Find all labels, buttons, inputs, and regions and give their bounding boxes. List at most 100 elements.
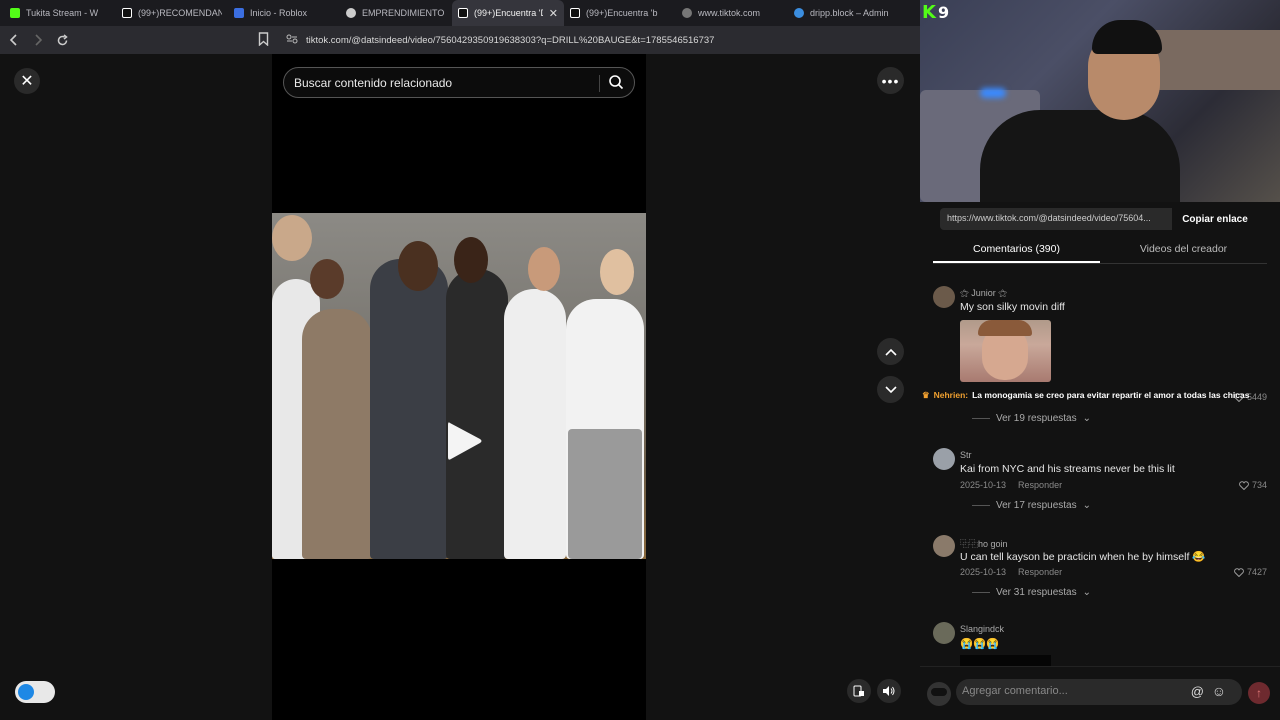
like-count: 7427	[1246, 567, 1267, 577]
tab-title: Inicio - Roblox	[250, 8, 308, 18]
chevron-down-icon	[884, 385, 897, 393]
dancer-head	[454, 237, 488, 283]
roblox-icon	[234, 8, 244, 18]
edge-icon	[794, 8, 804, 18]
video-link-field[interactable]: https://www.tiktok.com/@datsindeed/video…	[940, 208, 1172, 230]
address-bar-row: tiktok.com/@datsindeed/video/75604293509…	[0, 26, 920, 54]
back-icon[interactable]	[4, 30, 24, 50]
comment-text: 😭😭😭	[960, 638, 1000, 650]
search-placeholder: Buscar contenido relacionado	[294, 75, 453, 90]
comment-date: 2025-10-13	[960, 480, 1007, 490]
avatar[interactable]	[933, 286, 955, 308]
tab-title: www.tiktok.com	[698, 8, 761, 18]
comment-username[interactable]: Slangindck	[960, 624, 1004, 634]
copy-link-button[interactable]: Copiar enlace	[1172, 208, 1258, 230]
more-options-button[interactable]: •••	[877, 67, 904, 94]
close-tab-icon[interactable]: ✕	[549, 7, 558, 20]
comment-input-bar: Agregar comentario... @ ☺ ↑	[920, 666, 1280, 720]
chatgpt-icon	[346, 8, 356, 18]
browser-tab-active[interactable]: (99+)Encuentra 'D ✕	[452, 0, 564, 26]
volume-button[interactable]	[877, 679, 901, 703]
dancer-figure	[504, 289, 566, 559]
view-replies-label: Ver 17 respuestas	[996, 500, 1077, 511]
comment-text: U can tell kayson be practicin when he b…	[960, 551, 1206, 563]
comment-username[interactable]: ⿻⿻ho goin	[960, 537, 1008, 550]
tab-title: (99+)RECOMENDANDO	[138, 8, 222, 18]
avatar[interactable]	[933, 535, 955, 557]
related-search-input[interactable]: Buscar contenido relacionado	[283, 67, 635, 98]
search-icon[interactable]	[608, 74, 624, 90]
like-button[interactable]: 7427	[1234, 567, 1267, 577]
previous-video-button[interactable]	[877, 338, 904, 365]
browser-tab[interactable]: Inicio - Roblox	[228, 0, 340, 26]
kick-icon	[10, 8, 20, 18]
comment-username[interactable]: Str	[960, 450, 972, 460]
kick-viewer-count: 9	[937, 3, 950, 22]
next-video-button[interactable]	[877, 376, 904, 403]
send-comment-button[interactable]: ↑	[1248, 682, 1270, 704]
reply-divider	[972, 592, 990, 593]
browser-tab[interactable]: Tukita Stream - W	[4, 0, 116, 26]
browser-tab[interactable]: EMPRENDIMIENTO 20	[340, 0, 452, 26]
view-replies-label: Ver 31 respuestas	[996, 587, 1077, 598]
reload-icon[interactable]	[52, 30, 72, 50]
avatar[interactable]	[933, 622, 955, 644]
comment-image[interactable]	[960, 655, 1051, 666]
comment-item: ⿻⿻ho goin U can tell kayson be practicin…	[933, 535, 1273, 577]
comment-input[interactable]: Agregar comentario... @ ☺	[956, 679, 1242, 705]
forward-icon[interactable]	[28, 30, 48, 50]
comment-meta: 2025-10-13 Responder	[960, 480, 1062, 490]
close-video-button[interactable]: ✕	[14, 68, 40, 94]
dancer-head	[398, 241, 438, 291]
browser-tab[interactable]: (99+)RECOMENDANDO	[116, 0, 228, 26]
heart-icon	[1239, 480, 1249, 490]
comment-username[interactable]: ⚝ Junior ⚝	[960, 288, 1007, 299]
search-divider	[599, 75, 600, 92]
avatar[interactable]	[933, 448, 955, 470]
dancer-head	[310, 259, 344, 299]
browser-tab[interactable]: dripp.block – Admin	[788, 0, 900, 26]
like-button[interactable]: 734	[1239, 480, 1267, 490]
heart-icon	[1234, 567, 1244, 577]
avatar[interactable]	[927, 682, 951, 706]
comment-item: Slangindck 😭😭😭	[933, 622, 1273, 666]
chat-username: Nehrien:	[933, 390, 969, 400]
floating-player-icon	[853, 685, 864, 697]
play-icon[interactable]	[444, 419, 484, 463]
view-replies-button[interactable]: Ver 19 respuestas ⌄	[972, 413, 1091, 424]
url-field[interactable]: tiktok.com/@datsindeed/video/75604293509…	[286, 26, 714, 54]
dancer-head	[272, 215, 312, 261]
comments-list[interactable]: ⚝ Junior ⚝ My son silky movin diff 5449 …	[920, 270, 1280, 666]
view-replies-label: Ver 19 respuestas	[996, 413, 1077, 424]
meme-hair	[978, 320, 1032, 336]
view-replies-button[interactable]: Ver 31 respuestas ⌄	[972, 587, 1091, 598]
dancer-figure	[370, 259, 448, 559]
chevron-down-icon: ⌄	[1082, 500, 1091, 511]
comment-date: 2025-10-13	[960, 567, 1007, 577]
browser-tab[interactable]: (99+)Encuentra 'b	[564, 0, 676, 26]
browser-tab-bar: Tukita Stream - W (99+)RECOMENDANDO Inic…	[0, 0, 920, 26]
comment-text: My son silky movin diff	[960, 301, 1065, 313]
browser-tab[interactable]: www.tiktok.com	[676, 0, 788, 26]
crown-icon: ♛	[922, 389, 930, 400]
reply-button[interactable]: Responder	[1018, 480, 1062, 490]
tab-comments[interactable]: Comentarios (390)	[933, 238, 1100, 263]
emoji-icon[interactable]: ☺	[1212, 683, 1226, 699]
comment-image[interactable]	[960, 320, 1051, 382]
tiktok-icon	[458, 8, 468, 18]
tab-title: EMPRENDIMIENTO 20	[362, 8, 446, 18]
mention-icon[interactable]: @	[1191, 684, 1204, 699]
autoscroll-toggle[interactable]	[15, 681, 55, 703]
floating-player-button[interactable]	[847, 679, 871, 703]
blue-light	[980, 88, 1006, 98]
bookmark-icon[interactable]	[258, 32, 272, 48]
chevron-down-icon: ⌄	[1082, 587, 1091, 598]
view-replies-button[interactable]: Ver 17 respuestas ⌄	[972, 500, 1091, 511]
chevron-down-icon: ⌄	[1082, 413, 1091, 424]
reply-button[interactable]: Responder	[1018, 567, 1062, 577]
site-info-icon[interactable]	[286, 34, 298, 47]
video-frame[interactable]	[272, 213, 646, 559]
panel-tabs: Comentarios (390) Videos del creador	[933, 238, 1267, 264]
tab-creator-videos[interactable]: Videos del creador	[1100, 238, 1267, 263]
streamer-cap	[1092, 20, 1162, 54]
